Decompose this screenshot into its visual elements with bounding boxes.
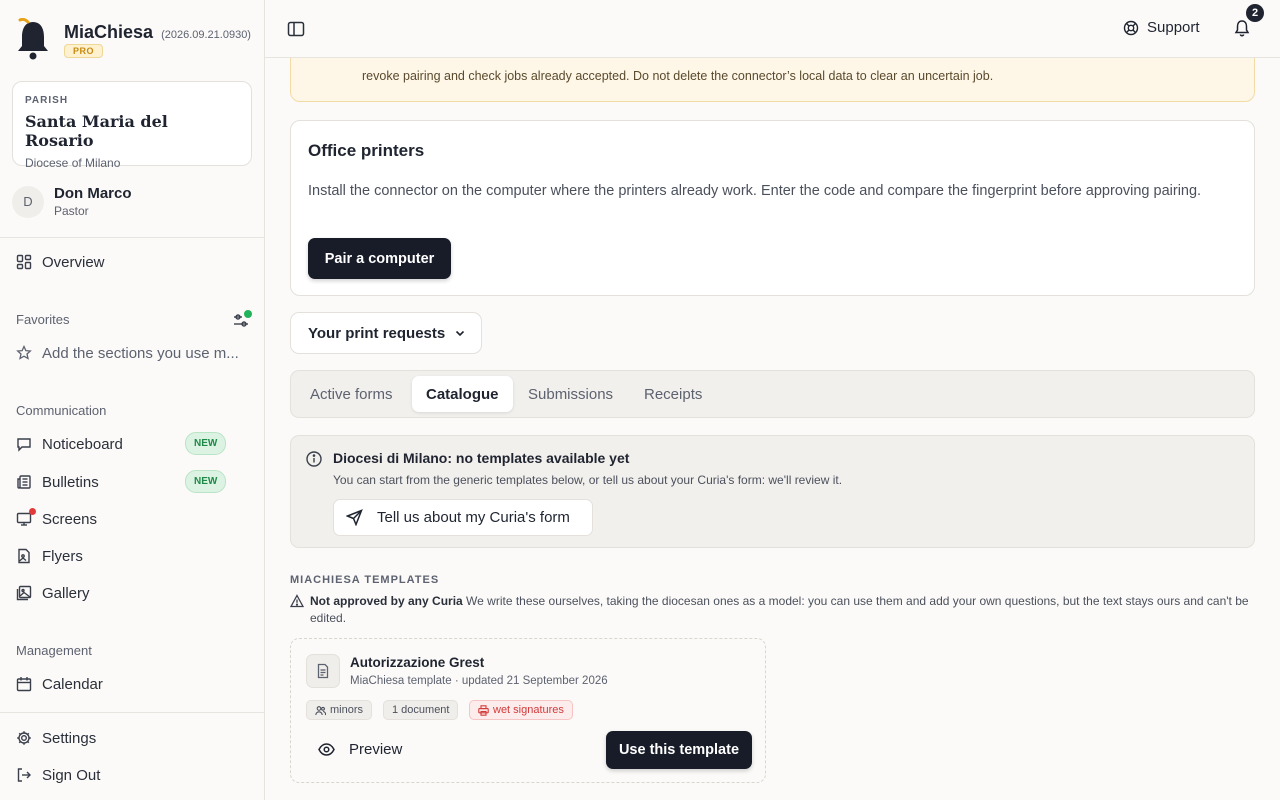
sidebar-item-label: Sign Out: [42, 766, 101, 784]
printer-icon: [478, 704, 489, 716]
sidebar-item-flyers[interactable]: Flyers: [16, 545, 83, 567]
parish-kicker: PARISH: [25, 95, 69, 106]
office-printers-description: Install the connector on the computer wh…: [308, 183, 1202, 199]
forms-tabs: Active forms Catalogue Submissions Recei…: [290, 370, 1255, 418]
dropdown-label: Your print requests: [308, 324, 446, 342]
sidebar-item-settings[interactable]: Settings: [16, 727, 96, 749]
management-label: Management: [16, 643, 92, 658]
notice-title: Diocesi di Milano: no templates availabl…: [333, 450, 630, 466]
favorites-hint-label: Add the sections you use m...: [42, 344, 239, 362]
sidebar-divider: [0, 712, 264, 713]
templates-heading: MIACHIESA TEMPLATES: [290, 574, 440, 586]
sidebar-item-label: Screens: [42, 510, 98, 528]
preview-label: Preview: [349, 741, 403, 758]
user-role: Pastor: [54, 204, 89, 218]
sidebar-divider: [0, 237, 264, 238]
sidebar-item-label: Gallery: [42, 584, 90, 602]
template-title: Autorizzazione Grest: [350, 655, 485, 670]
app-title: MiaChiesa (2026.09.21.0930): [64, 22, 251, 43]
sidebar-item-gallery[interactable]: Gallery: [16, 582, 90, 604]
pair-computer-button[interactable]: Pair a computer: [308, 238, 451, 279]
logout-icon: [17, 768, 31, 782]
print-requests-dropdown[interactable]: Your print requests: [290, 312, 482, 354]
star-icon: [16, 345, 32, 360]
chip-label: 1 document: [392, 704, 450, 716]
user-profile[interactable]: D Don Marco Pastor: [12, 185, 132, 218]
button-label: Tell us about my Curia's form: [377, 509, 570, 526]
communication-label: Communication: [16, 403, 107, 418]
preview-button[interactable]: Preview: [318, 741, 402, 758]
images-icon: [16, 585, 32, 601]
parish-name: Santa Maria del Rosario: [25, 112, 168, 150]
user-name: Don Marco: [54, 185, 132, 202]
favorites-label: Favorites: [16, 312, 70, 327]
favorites-hint[interactable]: Add the sections you use m...: [16, 342, 239, 364]
notification-count-badge: 2: [1246, 4, 1264, 22]
screens-alert-dot: [29, 508, 36, 515]
sidebar-item-calendar[interactable]: Calendar: [16, 673, 103, 695]
plan-badge: PRO: [64, 44, 104, 58]
chip-documents: 1 document: [383, 700, 459, 720]
warning-text: revoke pairing and check jobs already ac…: [362, 69, 994, 83]
app-version: (2026.09.21.0930): [161, 29, 251, 41]
use-template-button[interactable]: Use this template: [606, 731, 752, 769]
new-badge: NEW: [185, 432, 227, 455]
message-icon: [17, 438, 31, 452]
brand-logo: [16, 18, 50, 60]
info-icon: [306, 451, 322, 467]
sidebar-item-overview[interactable]: Overview: [16, 251, 105, 273]
chip-wet-signatures: wet signatures: [469, 700, 573, 720]
top-bar: Support 2: [265, 0, 1280, 58]
users-icon: [315, 705, 326, 715]
tell-us-curia-form-button[interactable]: Tell us about my Curia's form: [333, 499, 593, 536]
gear-icon: [17, 731, 31, 745]
sidebar-item-label: Flyers: [42, 547, 83, 565]
no-templates-notice: Diocesi di Milano: no templates availabl…: [290, 435, 1255, 548]
tab-active-forms[interactable]: Active forms: [296, 376, 407, 412]
template-card: Autorizzazione Grest MiaChiesa template …: [290, 638, 766, 783]
notice-subtitle: You can start from the generic templates…: [333, 473, 843, 487]
file-image-icon: [18, 548, 30, 564]
chip-minors: minors: [306, 700, 373, 720]
notifications-bell-icon[interactable]: [1233, 19, 1251, 37]
sidebar-item-label: Bulletins: [42, 473, 99, 491]
sidebar-item-noticeboard[interactable]: Noticeboard: [16, 433, 123, 455]
chip-label: wet signatures: [493, 704, 564, 716]
chip-label: minors: [330, 704, 364, 716]
app-name: MiaChiesa: [64, 22, 154, 42]
eye-icon: [318, 743, 335, 756]
parish-card[interactable]: PARISH Santa Maria del Rosario Diocese o…: [12, 81, 252, 170]
sidebar-item-bulletins[interactable]: Bulletins: [16, 471, 99, 493]
sidebar-item-label: Noticeboard: [42, 435, 123, 453]
chevron-down-icon: [456, 330, 465, 337]
support-button[interactable]: Support: [1123, 19, 1200, 36]
template-meta: MiaChiesa template · updated 21 Septembe…: [350, 675, 608, 687]
sidebar: MiaChiesa (2026.09.21.0930) PRO PARISH S…: [0, 0, 265, 800]
new-badge: NEW: [185, 470, 227, 493]
office-printers-card: Office printers Install the connector on…: [290, 120, 1255, 296]
warning-triangle-icon: [290, 594, 304, 608]
dashboard-icon: [16, 254, 32, 270]
office-printers-title: Office printers: [308, 141, 425, 160]
tab-submissions[interactable]: Submissions: [514, 376, 627, 412]
bell-logo-icon: [18, 18, 48, 60]
send-icon: [346, 509, 363, 526]
newspaper-icon: [17, 475, 31, 489]
document-icon: [306, 654, 340, 688]
calendar-icon: [16, 677, 32, 692]
avatar: D: [12, 185, 44, 218]
tab-receipts[interactable]: Receipts: [630, 376, 716, 412]
disclaimer-bold: Not approved by any Curia: [310, 594, 463, 608]
sidebar-item-label: Overview: [42, 253, 105, 271]
lifebuoy-icon: [1123, 20, 1139, 35]
sidebar-item-sign-out[interactable]: Sign Out: [16, 764, 100, 786]
support-label: Support: [1147, 19, 1200, 36]
sidebar-item-label: Settings: [42, 729, 97, 747]
tab-catalogue[interactable]: Catalogue: [412, 376, 513, 412]
favorites-status-dot: [244, 310, 252, 318]
sidebar-toggle-icon[interactable]: [287, 20, 305, 38]
parish-diocese: Diocese of Milano: [25, 156, 121, 170]
sidebar-item-label: Calendar: [42, 675, 103, 693]
